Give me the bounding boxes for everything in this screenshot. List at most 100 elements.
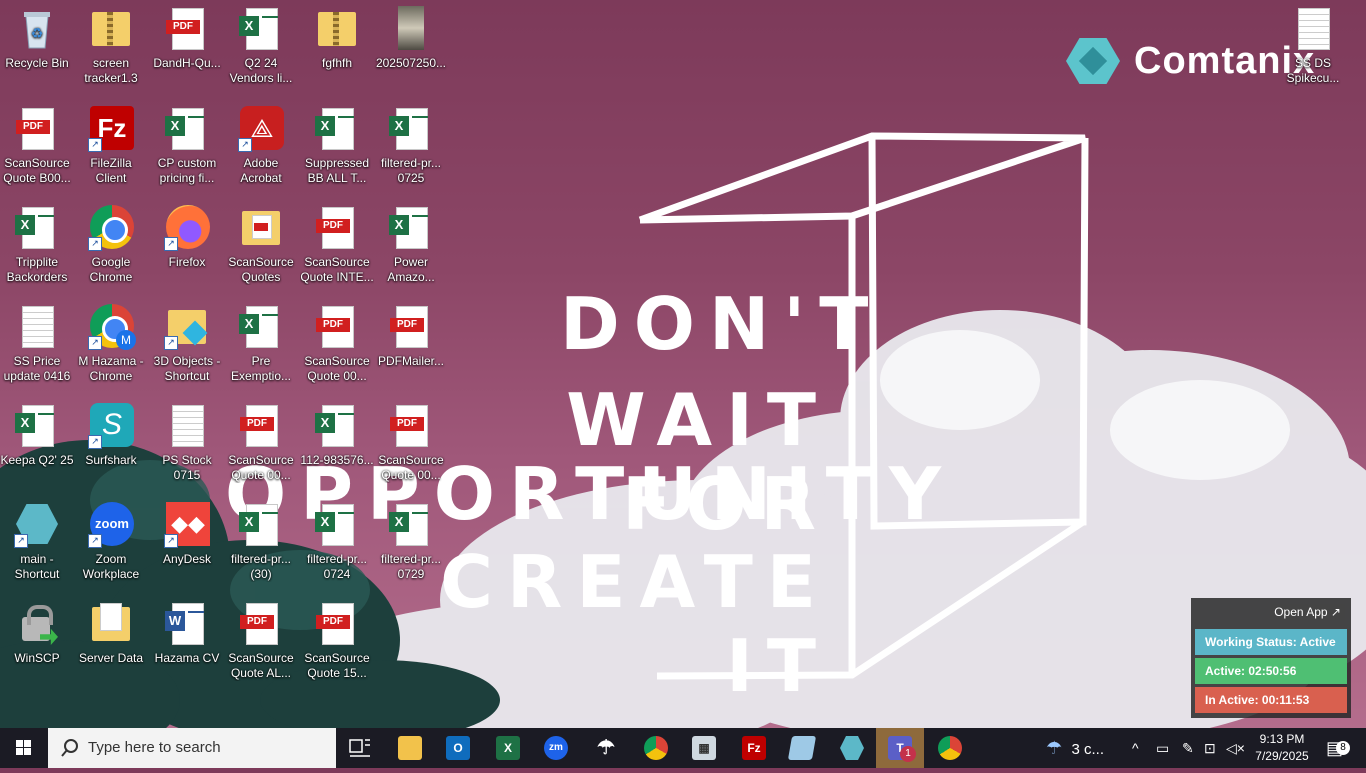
desktop-icon-file[interactable]: X CP custom pricing fi...	[150, 100, 224, 192]
excel-file-icon: X	[14, 403, 60, 449]
desktop-icon-file[interactable]: X filtered-pr... 0724	[300, 496, 374, 588]
desktop-icon-file[interactable]: X filtered-pr... (30)	[224, 496, 298, 588]
taskbar-file-explorer[interactable]	[386, 728, 434, 768]
taskbar-app[interactable]: ☂	[582, 728, 630, 768]
excel-file-icon: X	[314, 502, 360, 548]
desktop-icon-folder[interactable]: ScanSource Quotes	[224, 199, 298, 291]
pdf-icon: PDF	[314, 205, 360, 251]
taskbar-search-box[interactable]: Type here to search	[48, 728, 336, 768]
excel-file-icon: X	[238, 304, 284, 350]
desktop-icon-shortcut[interactable]: ↗ main - Shortcut	[0, 496, 74, 588]
outlook-icon: O	[446, 736, 470, 760]
notification-center-button[interactable]: ▤ 8	[1322, 728, 1362, 768]
tray-icon[interactable]: ▭	[1156, 728, 1176, 768]
umbrella-icon: ☂	[1046, 738, 1063, 758]
image-thumbnail-icon	[388, 6, 434, 52]
desktop-icon-zip[interactable]: fgfhfh	[300, 0, 374, 92]
taskbar-teams[interactable]: T 1	[876, 728, 924, 768]
network-icon: ⊡	[1204, 740, 1216, 756]
desktop-icon-file[interactable]: PDF ScanSource Quote 15...	[300, 595, 374, 687]
tray-icon[interactable]: ✎	[1182, 728, 1202, 768]
desktop-icon-file[interactable]: PDF ScanSource Quote B00...	[0, 100, 74, 192]
desktop-icon-file[interactable]: W Hazama CV	[150, 595, 224, 687]
desktop-icon-surfshark[interactable]: S ↗ Surfshark	[74, 397, 148, 489]
desktop-icon-file[interactable]: PDF PDFMailer...	[374, 298, 448, 390]
taskbar-zoom[interactable]: zm	[532, 728, 580, 768]
chrome-icon	[644, 736, 668, 760]
pdf-icon: PDF	[14, 106, 60, 152]
desktop-icon-file[interactable]: PDF ScanSource Quote AL...	[224, 595, 298, 687]
desktop-icon-file[interactable]: PDF ScanSource Quote 00...	[300, 298, 374, 390]
desktop-icon-file[interactable]: PDF DandH-Qu...	[150, 0, 224, 92]
excel-file-icon: X	[238, 6, 284, 52]
pdf-icon: PDF	[388, 304, 434, 350]
desktop-icon-file[interactable]: SS Price update 0416	[0, 298, 74, 390]
desktop-icon-zip[interactable]: screen tracker1.3	[74, 0, 148, 92]
desktop-icon-file[interactable]: PDF ScanSource Quote INTE...	[300, 199, 374, 291]
excel-file-icon: X	[388, 106, 434, 152]
desktop-icon-zoom[interactable]: zoom ↗ Zoom Workplace	[74, 496, 148, 588]
desktop-icon-file[interactable]: PDF ScanSource Quote 00...	[374, 397, 448, 489]
desktop-icon-chrome-profile[interactable]: M ↗ M Hazama - Chrome	[74, 298, 148, 390]
desktop-icon-file[interactable]: X filtered-pr... 0725	[374, 100, 448, 192]
calculator-icon: ▦	[692, 736, 716, 760]
clock-date: 7/29/2025	[1255, 749, 1309, 763]
taskbar-excel[interactable]: X	[484, 728, 532, 768]
weather-widget[interactable]: ☂ 3 c...	[1046, 728, 1116, 768]
volume-button[interactable]: ◁×	[1226, 728, 1246, 768]
zip-folder-icon	[314, 6, 360, 52]
brand-hex-icon	[1066, 38, 1120, 84]
pdf-icon: PDF	[238, 601, 284, 647]
desktop-icon-file[interactable]: X Suppressed BB ALL T...	[300, 100, 374, 192]
show-hidden-icons-button[interactable]: ^	[1132, 728, 1150, 768]
notepad-icon	[787, 736, 817, 760]
taskbar: Type here to search O X zm ☂ ▦ Fz T 1 ☂ …	[0, 728, 1366, 768]
text-file-icon	[1290, 6, 1336, 52]
pdf-icon: PDF	[164, 6, 210, 52]
zoom-icon: zm	[544, 736, 568, 760]
task-view-button[interactable]	[336, 728, 384, 768]
desktop-icon-chrome[interactable]: ↗ Google Chrome	[74, 199, 148, 291]
volume-muted-icon: ◁×	[1226, 740, 1245, 756]
desktop-icon-file[interactable]: X 112-983576...	[300, 397, 374, 489]
pdf-icon: PDF	[238, 403, 284, 449]
taskbar-app[interactable]	[828, 728, 876, 768]
desktop-icon-file[interactable]: SS DS Spikecu...	[1276, 0, 1350, 92]
desktop-icon-file[interactable]: X filtered-pr... 0729	[374, 496, 448, 588]
desktop-icon-image[interactable]: 202507250...	[374, 0, 448, 92]
taskbar-chrome[interactable]	[926, 728, 974, 768]
pdf-icon: PDF	[314, 304, 360, 350]
desktop-icon-winscp[interactable]: WinSCP	[0, 595, 74, 687]
desktop-icon-folder[interactable]: ↗ 3D Objects - Shortcut	[150, 298, 224, 390]
notification-count: 8	[1336, 741, 1350, 755]
desktop-icon-filezilla[interactable]: Fz ↗ FileZilla Client	[74, 100, 148, 192]
pdf-folder-icon	[238, 205, 284, 251]
taskbar-chrome-profile[interactable]	[632, 728, 680, 768]
desktop-icon-acrobat[interactable]: ⟁ ↗ Adobe Acrobat	[224, 100, 298, 192]
network-button[interactable]: ⊡	[1204, 728, 1224, 768]
desktop-icon-recycle-bin[interactable]: ♻ Recycle Bin	[0, 0, 74, 92]
desktop-icon-file[interactable]: PS Stock 0715	[150, 397, 224, 489]
taskbar-app[interactable]	[778, 728, 826, 768]
desktop-icon-anydesk[interactable]: ◆◆ ↗ AnyDesk	[150, 496, 224, 588]
taskbar-calculator[interactable]: ▦	[680, 728, 728, 768]
desktop-icon-file[interactable]: X Q2 24 Vendors li...	[224, 0, 298, 92]
desktop-icon-firefox[interactable]: ↗ Firefox	[150, 199, 224, 291]
taskbar-outlook[interactable]: O	[434, 728, 482, 768]
desktop-icon-file[interactable]: X Power Amazo...	[374, 199, 448, 291]
file-explorer-icon	[398, 736, 422, 760]
excel-file-icon: X	[238, 502, 284, 548]
taskbar-filezilla[interactable]: Fz	[730, 728, 778, 768]
teams-badge: 1	[900, 746, 916, 762]
desktop-icon-file[interactable]: X Pre Exemptio...	[224, 298, 298, 390]
open-app-button[interactable]: Open App ↗	[1270, 604, 1345, 620]
desktop-icon-folder[interactable]: Server Data	[74, 595, 148, 687]
desktop-icon-file[interactable]: PDF ScanSource Quote 00...	[224, 397, 298, 489]
start-button[interactable]	[0, 728, 48, 768]
inactive-time-row: In Active: 00:11:53	[1195, 687, 1347, 713]
app-hex-icon: ↗	[14, 502, 60, 548]
clock[interactable]: 9:13 PM 7/29/2025	[1250, 731, 1314, 765]
desktop-icon-file[interactable]: X Tripplite Backorders	[0, 199, 74, 291]
3d-objects-icon: ↗	[164, 304, 210, 350]
desktop-icon-file[interactable]: X Keepa Q2' 25	[0, 397, 74, 489]
